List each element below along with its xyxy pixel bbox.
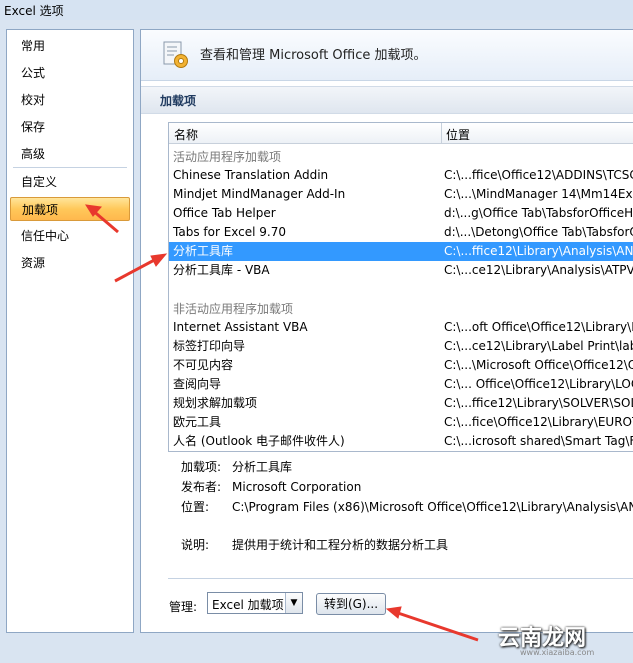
- addin-location: C:\...\Microsoft Office\Office12\O: [444, 358, 633, 372]
- addin-location: C:\...icrosoft shared\Smart Tag\FI: [444, 434, 633, 448]
- nav-item-save[interactable]: 保存: [10, 115, 130, 139]
- column-location-header[interactable]: 位置: [446, 126, 470, 143]
- dropdown-arrow-icon[interactable]: ▼: [285, 593, 302, 613]
- list-item[interactable]: Office Tab Helper d:\...g\Office Tab\Tabs…: [169, 204, 633, 223]
- detail-location-row: 位置: C:\Program Files (x86)\Microsoft Offi…: [181, 498, 633, 515]
- detail-addin-label: 加载项:: [181, 460, 222, 474]
- addin-name: Chinese Translation Addin: [173, 168, 329, 182]
- addin-name: 不可见内容: [173, 358, 234, 372]
- detail-description-label: 说明:: [181, 538, 210, 552]
- addin-location: C:\...ce12\Library\Analysis\ATPVB: [444, 263, 633, 277]
- addin-name: Mindjet MindManager Add-In: [173, 187, 346, 201]
- detail-location-label: 位置:: [181, 500, 210, 514]
- addin-name: 标签打印向导: [173, 339, 246, 353]
- go-button[interactable]: 转到(G)...: [316, 593, 386, 615]
- addin-name: Office Tab Helper: [173, 206, 276, 220]
- section-title-label: 加载项: [160, 94, 197, 108]
- nav-item-proofing[interactable]: 校对: [10, 88, 130, 112]
- nav-item-trust-center[interactable]: 信任中心: [10, 224, 130, 248]
- list-item[interactable]: Mindjet MindManager Add-In C:\...\MindMan…: [169, 185, 633, 204]
- nav-item-common[interactable]: 常用: [10, 34, 130, 58]
- detail-addin-value: 分析工具库: [232, 460, 293, 474]
- list-item[interactable]: Internet Assistant VBA C:\...oft Office\O…: [169, 318, 633, 337]
- content-panel: 查看和管理 Microsoft Office 加载项。 加载项 名称 位置 活动…: [140, 29, 633, 633]
- detail-addin-row: 加载项: 分析工具库: [181, 458, 292, 475]
- addin-location: C:\... Office\Office12\Library\LOO: [444, 377, 633, 391]
- active-group-label: 活动应用程序加载项: [173, 150, 282, 164]
- bottom-divider: [168, 578, 633, 579]
- addin-name: 分析工具库 - VBA: [173, 263, 270, 277]
- addin-location: C:\...ce12\Library\Label Print\labe: [444, 339, 633, 353]
- nav-item-customize[interactable]: 自定义: [10, 170, 130, 194]
- manage-dropdown[interactable]: Excel 加载项 ▼: [207, 592, 303, 614]
- addin-name: 规划求解加载项: [173, 396, 258, 410]
- addin-location: C:\...\MindManager 14\Mm14Exc: [444, 187, 633, 201]
- list-item[interactable]: 不可见内容 C:\...\Microsoft Office\Office12\O: [169, 356, 633, 375]
- detail-publisher-row: 发布者: Microsoft Corporation: [181, 478, 361, 495]
- addin-name: 分析工具库: [173, 244, 234, 258]
- nav-divider: [13, 167, 127, 168]
- column-name-header[interactable]: 名称: [174, 126, 198, 143]
- list-item[interactable]: 欧元工具 C:\...fice\Office12\Library\EUROTO: [169, 413, 633, 432]
- section-title: 加载项: [141, 86, 633, 114]
- list-item[interactable]: Chinese Translation Addin C:\...ffice\Off…: [169, 166, 633, 185]
- column-divider[interactable]: [441, 123, 442, 143]
- manage-dropdown-value: Excel 加载项: [212, 598, 284, 612]
- addin-location: C:\...oft Office\Office12\Library\H: [444, 320, 633, 334]
- list-item[interactable]: 人名 (Outlook 电子邮件收件人) C:\...icrosoft share…: [169, 432, 633, 451]
- detail-location-value: C:\Program Files (x86)\Microsoft Office\…: [232, 500, 633, 514]
- addins-list[interactable]: 名称 位置 活动应用程序加载项 Chinese Translation Addi…: [168, 122, 633, 452]
- addin-location: C:\...ffice12\Library\Analysis\ANA: [444, 244, 633, 258]
- nav-item-formulas[interactable]: 公式: [10, 61, 130, 85]
- title-bar: Excel 选项: [0, 0, 633, 20]
- list-item-selected[interactable]: 分析工具库 C:\...ffice12\Library\Analysis\ANA: [169, 242, 633, 261]
- addin-location: C:\...ffice\Office12\ADDINS\TCSC: [444, 168, 633, 182]
- manage-label: 管理:: [169, 600, 198, 614]
- addin-location: d:\...g\Office Tab\TabsforOfficeH: [444, 206, 633, 220]
- addin-name: 人名 (Outlook 电子邮件收件人): [173, 434, 345, 448]
- addin-name: 查阅向导: [173, 377, 222, 391]
- addin-name: Internet Assistant VBA: [173, 320, 308, 334]
- list-item[interactable]: 分析工具库 - VBA C:\...ce12\Library\Analysis\A…: [169, 261, 633, 280]
- watermark-url: www.xiazaiba.com: [520, 648, 595, 657]
- detail-description-value: 提供用于统计和工程分析的数据分析工具: [232, 538, 449, 552]
- inactive-group-label: 非活动应用程序加载项: [173, 302, 294, 316]
- content-header: 查看和管理 Microsoft Office 加载项。: [141, 30, 633, 81]
- addin-location: C:\...ffice12\Library\SOLVER\SOLV: [444, 396, 633, 410]
- addin-name: Tabs for Excel 9.70: [173, 225, 287, 239]
- nav-item-resources[interactable]: 资源: [10, 251, 130, 275]
- addin-location: d:\...\Detong\Office Tab\TabsforO: [444, 225, 633, 239]
- addin-name: 欧元工具: [173, 415, 222, 429]
- list-item[interactable]: 标签打印向导 C:\...ce12\Library\Label Print\lab…: [169, 337, 633, 356]
- nav-item-addins[interactable]: 加载项: [10, 197, 130, 221]
- detail-publisher-value: Microsoft Corporation: [232, 480, 362, 494]
- list-item[interactable]: 查阅向导 C:\... Office\Office12\Library\LOO: [169, 375, 633, 394]
- detail-publisher-label: 发布者:: [181, 480, 222, 494]
- addin-location: C:\...fice\Office12\Library\EUROTO: [444, 415, 633, 429]
- detail-description-row: 说明: 提供用于统计和工程分析的数据分析工具: [181, 536, 448, 553]
- header-text: 查看和管理 Microsoft Office 加载项。: [200, 48, 427, 63]
- list-header: 名称 位置: [169, 123, 633, 144]
- list-item[interactable]: Tabs for Excel 9.70 d:\...\Detong\Office …: [169, 223, 633, 242]
- addins-gear-icon: [163, 41, 188, 68]
- nav-item-advanced[interactable]: 高级: [10, 142, 130, 166]
- nav-panel: 常用 公式 校对 保存 高级 自定义 加载项 信任中心 资源: [6, 29, 134, 633]
- window-title: Excel 选项: [4, 4, 64, 18]
- list-item[interactable]: 规划求解加载项 C:\...ffice12\Library\SOLVER\SOLV: [169, 394, 633, 413]
